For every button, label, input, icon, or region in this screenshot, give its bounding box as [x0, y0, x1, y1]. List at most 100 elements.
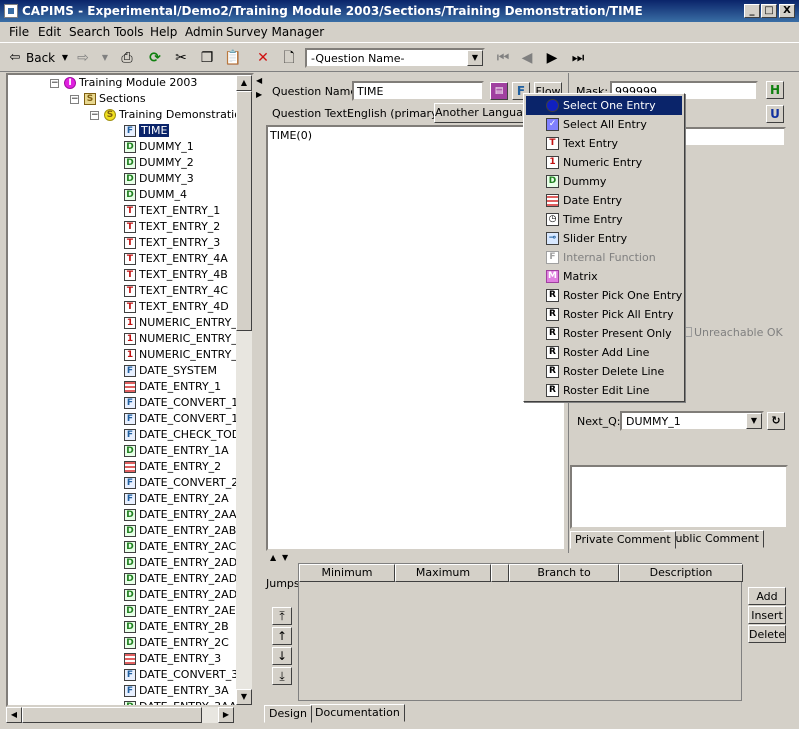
print-icon[interactable]: ⎙ — [118, 49, 136, 67]
menu-item-date-entry[interactable]: Date Entry — [526, 191, 682, 210]
chevron-down-icon[interactable]: ▼ — [467, 50, 483, 66]
forward-icon[interactable]: ⇨ — [74, 49, 92, 67]
tree-item[interactable]: F DATE_CONVERT_1 — [124, 395, 238, 411]
close-button[interactable]: X — [779, 4, 795, 18]
question-tree[interactable]: − I Training Module 2003 − S Sections − ST… — [6, 73, 254, 707]
tree-item[interactable]: D DUMMY_1 — [124, 139, 194, 155]
tree-item[interactable]: D DUMM_4 — [124, 187, 187, 203]
collapse-icon[interactable]: − — [70, 95, 79, 104]
menu-help[interactable]: Help — [150, 25, 177, 39]
back-dropdown-icon[interactable]: ▼ — [56, 49, 74, 67]
tree-horizontal-scrollbar[interactable]: ◀ ▶ — [6, 707, 234, 723]
tree-item[interactable]: F DATE_CONVERT_2 — [124, 475, 238, 491]
tree-item[interactable]: F TIME — [124, 123, 170, 139]
menu-survey-manager[interactable]: Survey Manager — [226, 25, 324, 39]
tree-item[interactable]: T TEXT_ENTRY_3 — [124, 235, 220, 251]
tree-item[interactable]: D DATE_ENTRY_2C — [124, 635, 229, 651]
tree-item[interactable]: 1 NUMERIC_ENTRY_1 — [124, 315, 244, 331]
menu-item-time-entry[interactable]: ◷ Time Entry — [526, 210, 682, 229]
menu-item-roster-present-only[interactable]: R Roster Present Only — [526, 324, 682, 343]
tree-item[interactable]: DATE_ENTRY_2 — [124, 459, 221, 475]
refresh-icon[interactable]: ⟳ — [146, 49, 164, 67]
tree-item[interactable]: D DATE_ENTRY_2ADD — [124, 571, 246, 587]
tree-item[interactable]: F DATE_CONVERT_1A — [124, 411, 246, 427]
menu-item-select-one-entry[interactable]: Select One Entry — [526, 96, 682, 115]
tree-item[interactable]: F DATE_ENTRY_3A — [124, 683, 229, 699]
delete-icon[interactable]: ✕ — [254, 49, 272, 67]
first-record-icon[interactable]: ⏮ — [494, 49, 512, 67]
scroll-down-icon[interactable]: ▼ — [236, 689, 252, 705]
splitter-up-icon[interactable]: ▲ — [270, 553, 276, 562]
menu-item-roster-pick-one-entry[interactable]: R Roster Pick One Entry — [526, 286, 682, 305]
move-down-button[interactable]: ↓ — [272, 647, 292, 665]
column-minimum[interactable]: Minimum — [299, 564, 395, 582]
tree-node-module[interactable]: I Training Module 2003 — [64, 75, 197, 91]
chevron-down-icon[interactable]: ▼ — [746, 413, 762, 429]
tree-vertical-scrollbar[interactable]: ▲ ▼ — [236, 75, 252, 705]
menu-admin[interactable]: Admin — [185, 25, 223, 39]
tree-item[interactable]: 1 NUMERIC_ENTRY_2 — [124, 331, 244, 347]
collapse-icon[interactable]: − — [50, 79, 59, 88]
menu-item-matrix[interactable]: M Matrix — [526, 267, 682, 286]
cut-icon[interactable]: ✂ — [172, 49, 190, 67]
tab-documentation[interactable]: Documentation — [310, 704, 405, 722]
tree-item[interactable]: F DATE_CHECK_TODA — [124, 427, 248, 443]
refresh-next-q-icon[interactable]: ↻ — [767, 412, 785, 430]
tree-item[interactable]: D DUMMY_3 — [124, 171, 194, 187]
menu-item-select-all-entry[interactable]: ✓ Select All Entry — [526, 115, 682, 134]
forward-dropdown-icon[interactable]: ▼ — [96, 49, 114, 67]
tree-item[interactable]: D DATE_ENTRY_1A — [124, 443, 229, 459]
jumps-table[interactable]: Minimum Maximum Branch to Description — [298, 563, 743, 701]
move-bottom-button[interactable]: ⤓ — [272, 667, 292, 685]
scroll-up-icon[interactable]: ▲ — [236, 75, 252, 91]
menu-item-text-entry[interactable]: T Text Entry — [526, 134, 682, 153]
tree-item[interactable]: T TEXT_ENTRY_4B — [124, 267, 228, 283]
collapse-icon[interactable]: − — [90, 111, 99, 120]
menu-item-roster-add-line[interactable]: R Roster Add Line — [526, 343, 682, 362]
new-document-icon[interactable]: 🗋 — [280, 49, 298, 67]
previous-record-icon[interactable]: ◀ — [518, 49, 536, 67]
column-branch-to[interactable]: Branch to — [509, 564, 619, 582]
tree-item[interactable]: F DATE_ENTRY_2A — [124, 491, 229, 507]
tree-item[interactable]: 1 NUMERIC_ENTRY_3 — [124, 347, 244, 363]
tree-item[interactable]: DATE_ENTRY_3 — [124, 651, 221, 667]
tab-design[interactable]: Design — [264, 705, 312, 723]
scroll-thumb[interactable] — [22, 707, 202, 723]
tree-item[interactable]: DATE_ENTRY_1 — [124, 379, 221, 395]
menu-item-dummy[interactable]: D Dummy — [526, 172, 682, 191]
insert-button[interactable]: Insert — [748, 606, 786, 624]
menu-search[interactable]: Search — [69, 25, 110, 39]
tree-item[interactable]: D DUMMY_2 — [124, 155, 194, 171]
question-type-icon[interactable]: ▤ — [490, 82, 508, 100]
tree-item[interactable]: D DATE_ENTRY_2AC — [124, 539, 236, 555]
tree-item[interactable]: T TEXT_ENTRY_2 — [124, 219, 220, 235]
column-maximum[interactable]: Maximum — [395, 564, 491, 582]
tree-item[interactable]: D DATE_ENTRY_2AA — [124, 507, 237, 523]
tree-item[interactable]: T TEXT_ENTRY_4D — [124, 299, 229, 315]
back-button[interactable]: Back — [26, 48, 55, 68]
tree-item[interactable]: T TEXT_ENTRY_4A — [124, 251, 228, 267]
scroll-left-icon[interactable]: ◀ — [6, 707, 22, 723]
tree-item[interactable]: D DATE_ENTRY_2AD — [124, 555, 237, 571]
last-record-icon[interactable]: ⏭ — [569, 49, 587, 67]
next-q-combo[interactable]: DUMMY_1 ▼ — [620, 411, 764, 431]
another-language-button[interactable]: Another Language — [434, 103, 530, 123]
menu-item-numeric-entry[interactable]: 1 Numeric Entry — [526, 153, 682, 172]
tree-item[interactable]: T TEXT_ENTRY_4C — [124, 283, 228, 299]
maximize-button[interactable]: □ — [761, 4, 777, 18]
question-name-input[interactable]: TIME — [352, 81, 484, 101]
tab-public-comment[interactable]: Public Comment — [664, 530, 764, 548]
move-up-button[interactable]: ↑ — [272, 627, 292, 645]
property-field[interactable] — [678, 127, 786, 147]
tree-node-sections[interactable]: S Sections — [84, 91, 146, 107]
menu-tools[interactable]: Tools — [114, 25, 144, 39]
question-name-combo[interactable]: -Question Name- ▼ — [305, 48, 485, 68]
tree-item[interactable]: D DATE_ENTRY_2AB — [124, 523, 236, 539]
u-button[interactable]: U — [766, 105, 784, 123]
menu-item-slider-entry[interactable]: ⊸ Slider Entry — [526, 229, 682, 248]
move-top-button[interactable]: ⤒ — [272, 607, 292, 625]
tree-item[interactable]: D DATE_ENTRY_2ADD — [124, 587, 246, 603]
h-button[interactable]: H — [766, 81, 784, 99]
tree-item[interactable]: F DATE_CONVERT_3 — [124, 667, 238, 683]
tree-item[interactable]: F DATE_SYSTEM — [124, 363, 217, 379]
